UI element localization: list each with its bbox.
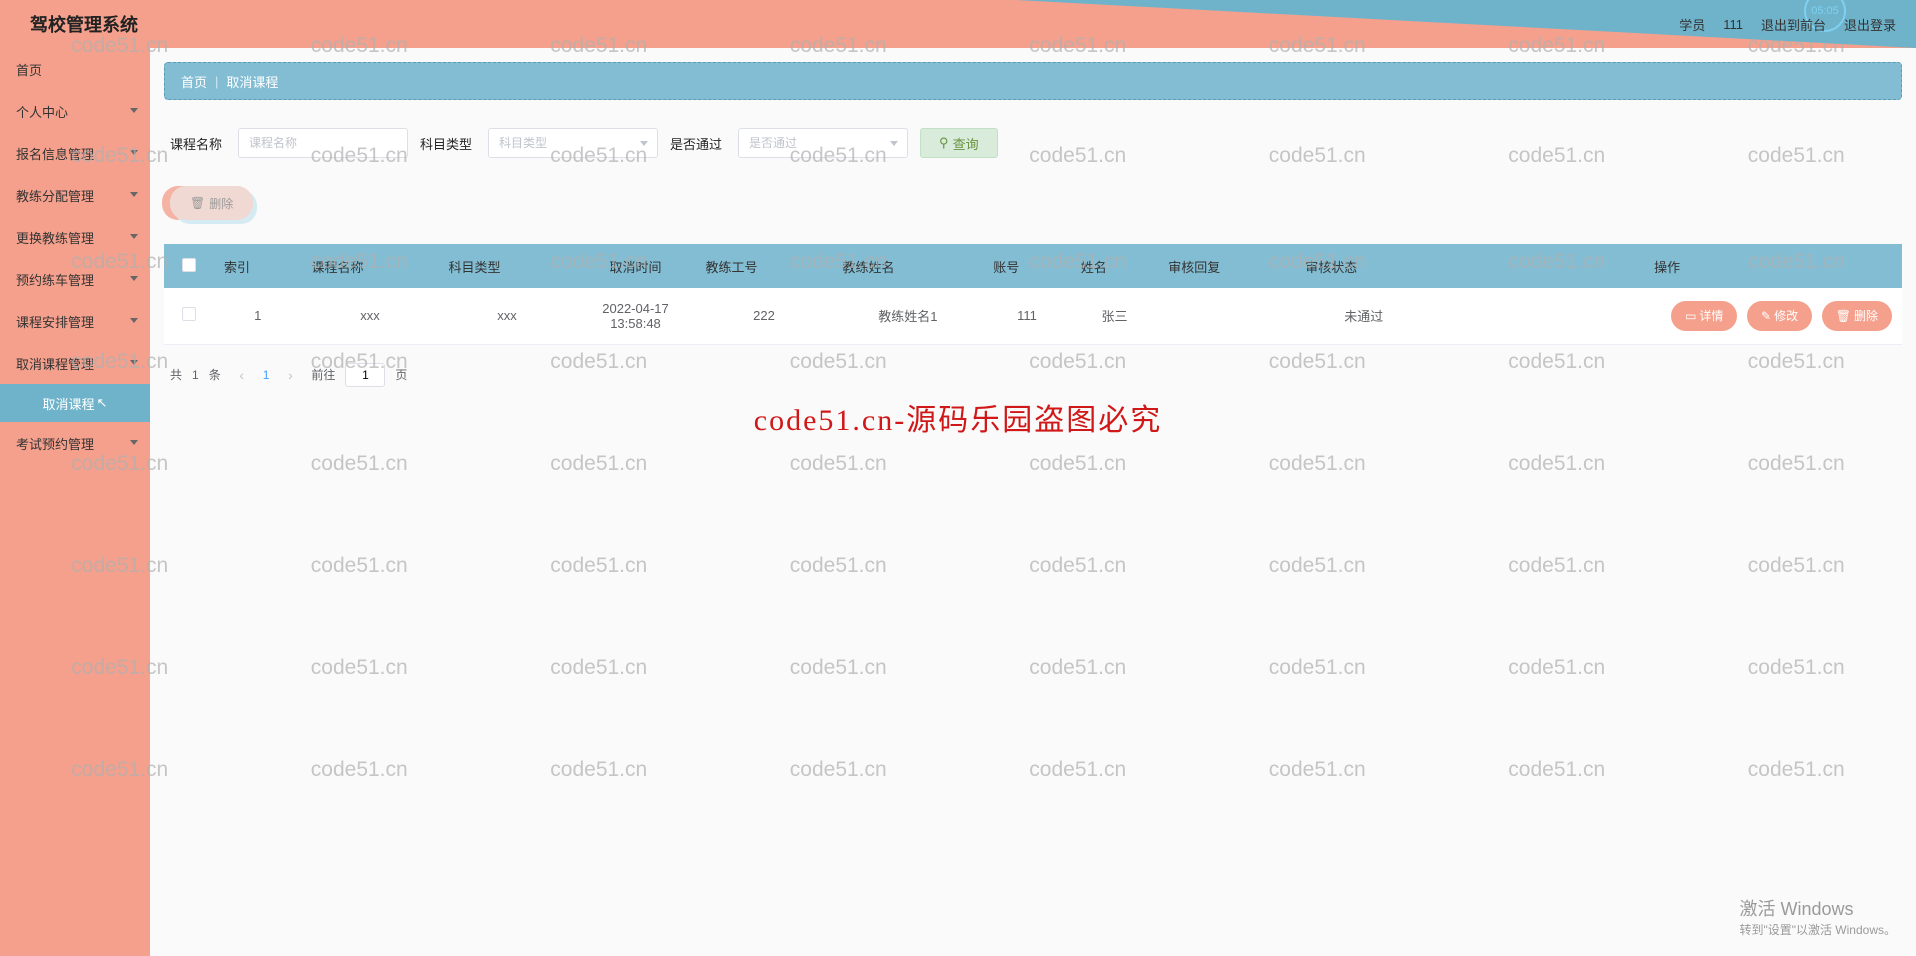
sidebar-item-coach-assign[interactable]: 教练分配管理	[0, 174, 150, 216]
row-checkbox[interactable]	[182, 307, 196, 321]
delete-button[interactable]: 🗑删除	[1822, 301, 1892, 331]
doc-icon: ▭	[1685, 309, 1696, 323]
sidebar-item-home[interactable]: 首页	[0, 48, 150, 90]
sidebar-item-course-arrange[interactable]: 课程安排管理	[0, 300, 150, 342]
th-name: 姓名	[1071, 244, 1159, 288]
cell-index: 1	[214, 288, 302, 344]
cell-account: 111	[983, 288, 1071, 344]
pg-total-suffix: 条	[209, 366, 221, 383]
table-header-row: 索引 课程名称 科目类型 取消时间 教练工号 教练姓名 账号 姓名 审核回复 审…	[164, 244, 1902, 288]
cell-coach-no: 222	[696, 288, 833, 344]
cursor-icon: ↖	[97, 395, 108, 411]
th-checkbox	[164, 244, 214, 288]
main-content: 首页 | 取消课程 课程名称 科目类型 是否通过 ⚲ 查询 🗑 删除 索引	[150, 48, 1916, 956]
header-user-area: 学员 111 退出到前台 退出登录	[1679, 0, 1896, 48]
cell-coach-name: 教练姓名1	[832, 288, 983, 344]
cell-subject: xxx	[439, 288, 576, 344]
search-bar: 课程名称 科目类型 是否通过 ⚲ 查询	[164, 128, 1902, 158]
batch-delete-button[interactable]: 🗑 删除	[170, 186, 253, 220]
th-cancel-time: 取消时间	[576, 244, 696, 288]
pg-prev[interactable]: ‹	[231, 364, 253, 386]
sidebar-item-cancel-course[interactable]: 取消课程管理	[0, 342, 150, 384]
th-course: 课程名称	[302, 244, 439, 288]
logout-link[interactable]: 退出登录	[1844, 15, 1896, 34]
select-pass[interactable]	[738, 128, 908, 158]
sidebar-subitem-cancel-course[interactable]: 取消课程 ↖	[0, 384, 150, 422]
detail-button[interactable]: ▭详情	[1671, 301, 1737, 331]
sidebar-subitem-label: 取消课程	[43, 394, 95, 413]
th-ops: 操作	[1432, 244, 1902, 288]
app-title: 驾校管理系统	[30, 11, 138, 37]
label-course: 课程名称	[170, 134, 222, 153]
th-coach-name: 教练姓名	[832, 244, 983, 288]
batch-delete-label: 删除	[209, 195, 233, 212]
query-button-label: 查询	[953, 134, 979, 153]
cell-course: xxx	[302, 288, 439, 344]
checkbox-all[interactable]	[182, 258, 196, 272]
breadcrumb-current: 取消课程	[226, 72, 278, 91]
sidebar-item-signup[interactable]: 报名信息管理	[0, 132, 150, 174]
edit-icon: ✎	[1761, 309, 1771, 323]
pg-goto-suffix: 页	[395, 366, 407, 383]
th-coach-no: 教练工号	[696, 244, 833, 288]
input-course[interactable]	[238, 128, 408, 158]
th-review-reply: 审核回复	[1158, 244, 1295, 288]
cell-review-status: 未通过	[1295, 288, 1432, 344]
action-row: 🗑 删除	[164, 186, 1902, 220]
sidebar: 首页 个人中心 报名信息管理 教练分配管理 更换教练管理 预约练车管理 课程安排…	[0, 48, 150, 956]
th-account: 账号	[983, 244, 1071, 288]
cell-cancel-time: 2022-04-17 13:58:48	[576, 288, 696, 344]
th-review-status: 审核状态	[1295, 244, 1432, 288]
breadcrumb: 首页 | 取消课程	[164, 62, 1902, 100]
sidebar-item-personal[interactable]: 个人中心	[0, 90, 150, 132]
th-subject: 科目类型	[439, 244, 576, 288]
cell-name: 张三	[1071, 288, 1159, 344]
pg-goto-input[interactable]	[345, 363, 385, 387]
app-header: 驾校管理系统 05:05 学员 111 退出到前台 退出登录	[0, 0, 1916, 48]
search-icon: ⚲	[939, 135, 949, 151]
select-subject[interactable]	[488, 128, 658, 158]
trash-icon: 🗑	[190, 196, 205, 210]
edit-button[interactable]: ✎修改	[1747, 301, 1812, 331]
sidebar-item-reserve-practice[interactable]: 预约练车管理	[0, 258, 150, 300]
label-subject: 科目类型	[420, 134, 472, 153]
pg-total-prefix: 共	[170, 366, 182, 383]
exit-front-link[interactable]: 退出到前台	[1761, 15, 1826, 34]
breadcrumb-home[interactable]: 首页	[181, 72, 207, 91]
breadcrumb-separator: |	[215, 74, 218, 89]
pg-total: 1	[192, 368, 199, 382]
sidebar-item-exam-reserve[interactable]: 考试预约管理	[0, 422, 150, 464]
pg-goto-prefix: 前往	[311, 366, 335, 383]
query-button[interactable]: ⚲ 查询	[920, 128, 998, 158]
trash-icon: 🗑	[1836, 309, 1851, 323]
user-id: 111	[1723, 17, 1743, 32]
user-role: 学员	[1679, 15, 1705, 34]
pg-current[interactable]: 1	[263, 368, 270, 382]
label-pass: 是否通过	[670, 134, 722, 153]
pg-next[interactable]: ›	[279, 364, 301, 386]
sidebar-item-change-coach[interactable]: 更换教练管理	[0, 216, 150, 258]
data-table: 索引 课程名称 科目类型 取消时间 教练工号 教练姓名 账号 姓名 审核回复 审…	[164, 244, 1902, 345]
pagination: 共 1 条 ‹ 1 › 前往 页	[164, 363, 1902, 387]
cell-ops: ▭详情 ✎修改 🗑删除	[1432, 288, 1902, 344]
th-index: 索引	[214, 244, 302, 288]
table-wrap: 索引 课程名称 科目类型 取消时间 教练工号 教练姓名 账号 姓名 审核回复 审…	[164, 244, 1902, 345]
cell-review-reply	[1158, 288, 1295, 344]
table-row: 1 xxx xxx 2022-04-17 13:58:48 222 教练姓名1 …	[164, 288, 1902, 344]
